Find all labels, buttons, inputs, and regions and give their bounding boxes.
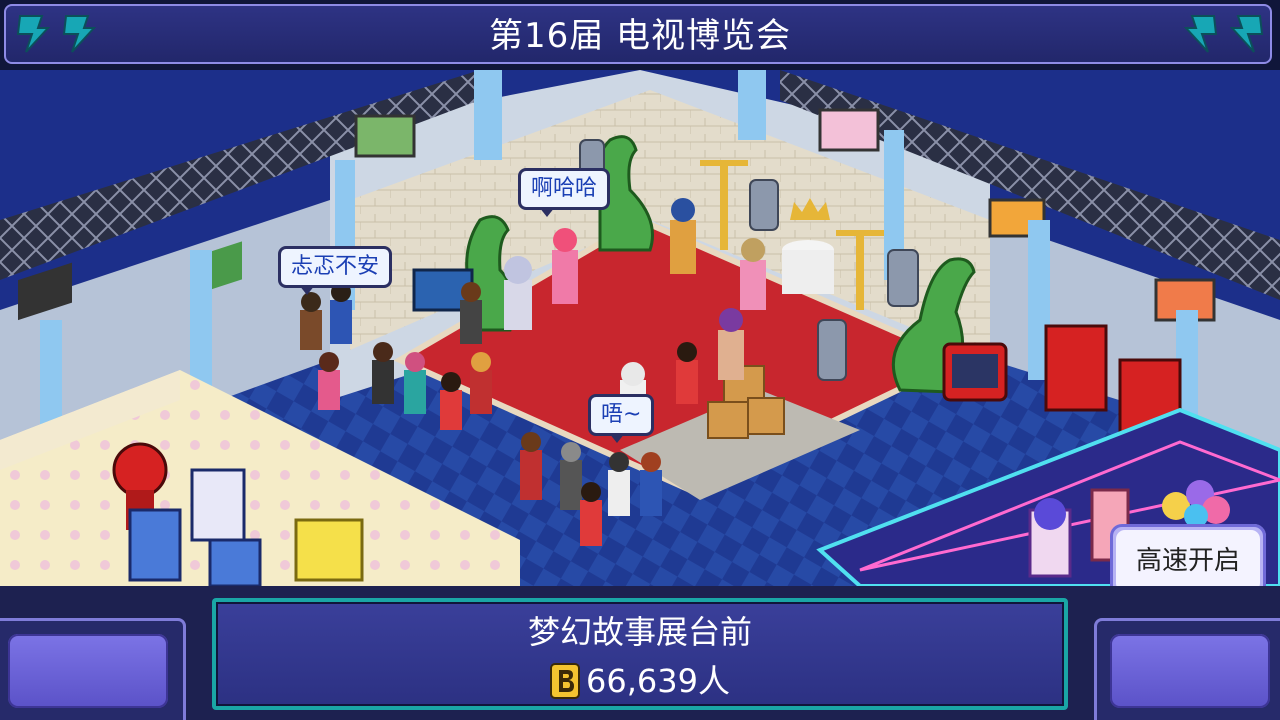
booth-name: 梦幻故事展台前 xyxy=(527,613,752,651)
speed-toggle-button-face: 高速开启 xyxy=(1116,530,1260,592)
bolt-icon-right-2 xyxy=(1229,14,1264,54)
expo-hall-scene[interactable] xyxy=(0,70,1280,586)
bolt-icon-left-2 xyxy=(62,14,97,54)
bolt-icon-right-1 xyxy=(1183,14,1218,54)
bottom-left-button[interactable] xyxy=(8,634,168,708)
speech-bubble: 啊哈哈 xyxy=(518,168,611,217)
event-title: 第16届 电视博览会 xyxy=(488,16,792,56)
speech-bubble: 忐忑不安 xyxy=(278,246,393,295)
visitor-row: 66,639人 xyxy=(212,658,1068,704)
bottom-right-button[interactable] xyxy=(1110,634,1270,708)
bolt-icon-left-1 xyxy=(16,14,51,54)
speed-toggle-label: 高速开启 xyxy=(1135,546,1240,576)
visitor-count: 66,639人 xyxy=(586,662,730,700)
scene-illustration xyxy=(0,70,1280,586)
b-coin-icon xyxy=(550,663,580,699)
speech-bubble: 唔~ xyxy=(588,394,655,443)
